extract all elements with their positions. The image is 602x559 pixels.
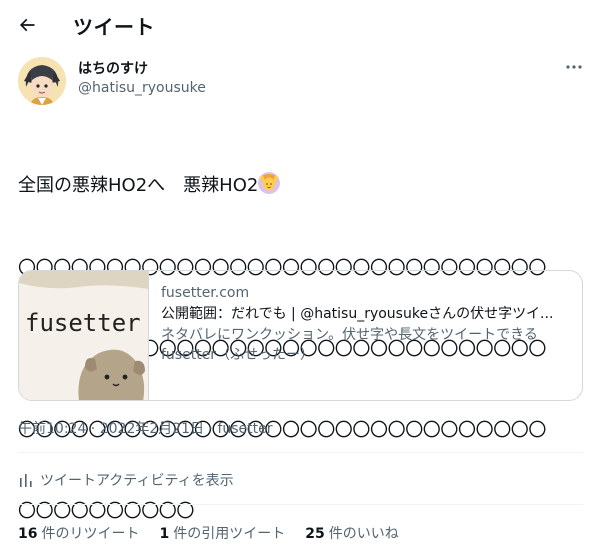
likes-count: 25 [305, 526, 325, 542]
page-title: ツイート [73, 15, 155, 39]
quotes-count: 1 [159, 526, 170, 542]
activity-label: ツイートアクティビティを表示 [40, 473, 234, 489]
more-options-button[interactable] [562, 59, 586, 75]
card-description: ネタバレにワンクッション。伏せ字や長文をツイートできる [161, 327, 538, 343]
quotes-label: 件の引用ツイート [173, 526, 286, 542]
engagement-stats: 16 件のリツイート 1 件の引用ツイート 25 件のいいね [18, 523, 419, 543]
likes-label: 件のいいね [328, 526, 399, 542]
card-thumb-logo: fusetter [25, 309, 141, 337]
person-gesturing-ok-icon [258, 172, 281, 194]
divider [18, 452, 583, 453]
card-thumbnail: fusetter [19, 271, 149, 400]
tweet-metadata: 午前10:24 · 2022年2月21日 · fusetter [18, 418, 273, 438]
arrow-left-icon [19, 18, 35, 32]
tweet-timestamp[interactable]: 午前10:24 [18, 421, 86, 437]
more-horizontal-icon [566, 65, 582, 69]
top-bar: ツイート [0, 0, 602, 50]
view-activity-link[interactable]: ツイートアクティビティを表示 [18, 470, 234, 490]
author-handle[interactable]: @hatisu_ryousuke [78, 80, 206, 96]
tweet-date[interactable]: 2022年2月21日 [100, 421, 204, 437]
card-body: fusetter.com 公開範囲：だれでも | @hatisu_ryousuk… [161, 283, 571, 365]
retweets-count: 16 [18, 526, 38, 542]
likes-stat[interactable]: 25 件のいいね [305, 523, 398, 543]
tweet-source[interactable]: fusetter [217, 421, 272, 437]
meta-separator: · [204, 421, 218, 437]
link-card[interactable]: fusetter fusetter.com 公開範囲：だれでも | @hatis… [18, 270, 583, 401]
author-display-name[interactable]: はちのすけ [78, 58, 148, 78]
quotes-stat[interactable]: 1 件の引用ツイート [159, 523, 285, 543]
bar-chart-icon [20, 474, 32, 487]
retweets-stat[interactable]: 16 件のリツイート [18, 523, 139, 543]
tweet-text-line: 全国の悪辣HO2へ 悪辣HO2 [18, 175, 259, 196]
card-domain: fusetter.com [161, 285, 250, 301]
card-title: 公開範囲：だれでも | @hatisu_ryousukeさんの伏せ字ツイ... [161, 306, 554, 322]
divider [18, 504, 583, 505]
back-button[interactable] [10, 8, 44, 42]
card-description: fusetter（ふせったー） [161, 347, 315, 363]
tweet-text-line: 〇〇〇〇〇〇〇〇〇〇 [18, 501, 194, 522]
avatar[interactable] [18, 57, 66, 105]
tweet-author: はちのすけ @hatisu_ryousuke [18, 57, 588, 107]
meta-separator: · [86, 421, 100, 437]
retweets-label: 件のリツイート [41, 526, 140, 542]
